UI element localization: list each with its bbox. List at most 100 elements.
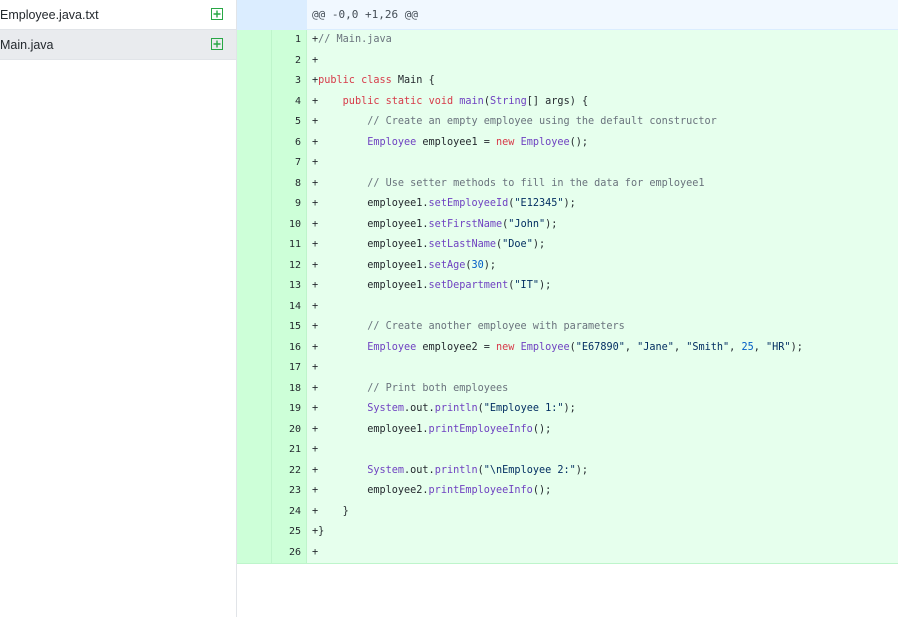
diff-line[interactable]: 16 + Employee employee2 = new Employee("E… [237, 337, 898, 358]
diff-line[interactable]: 12 + employee1.setAge(30); [237, 255, 898, 276]
hunk-header: @@ -0,0 +1,26 @@ [237, 0, 898, 30]
code-text: + employee2.printEmployeeInfo(); [312, 485, 552, 496]
code-text: + } [312, 505, 349, 517]
line-number[interactable]: 15 [272, 317, 307, 338]
code-text: + // Create another employee with parame… [312, 321, 625, 332]
code-text: + // Use setter methods to fill in the d… [312, 177, 705, 189]
old-line-number [237, 378, 272, 399]
plus-square-icon[interactable] [211, 8, 223, 20]
diff-view: @@ -0,0 +1,26 @@ 1 +// Main.java 2 +3 +publi… [237, 0, 898, 564]
line-number[interactable]: 20 [272, 419, 307, 440]
old-line-number [237, 91, 272, 112]
diff-line[interactable]: 1 +// Main.java [237, 30, 898, 51]
diff-line[interactable]: 6 + Employee employee1 = new Employee(); [237, 132, 898, 153]
diff-line[interactable]: 14 + [237, 296, 898, 317]
diff-line[interactable]: 10 + employee1.setFirstName("John"); [237, 214, 898, 235]
old-line-number [237, 194, 272, 215]
file-item-employee-java-txt[interactable]: Employee.java.txt [0, 0, 236, 30]
old-line-number [237, 358, 272, 379]
line-number[interactable]: 9 [272, 194, 307, 215]
line-number[interactable]: 14 [272, 296, 307, 317]
line-number[interactable]: 24 [272, 501, 307, 522]
code-text: + [312, 546, 319, 558]
diff-lines: 1 +// Main.java 2 +3 +public class Main {4 + … [237, 30, 898, 563]
line-number[interactable]: 5 [272, 112, 307, 133]
diff-line[interactable]: 25 +} [237, 522, 898, 543]
code-text: + [312, 362, 319, 373]
line-number[interactable]: 12 [272, 255, 307, 276]
old-line-number [237, 542, 272, 563]
line-number[interactable]: 10 [272, 214, 307, 235]
old-line-number [237, 214, 272, 235]
old-line-number [237, 317, 272, 338]
code-text: + System.out.println("\nEmployee 2:"); [312, 464, 589, 476]
old-line-number [237, 481, 272, 502]
line-number[interactable]: 23 [272, 481, 307, 502]
line-number[interactable]: 17 [272, 358, 307, 379]
diff-line[interactable]: 19 + System.out.println("Employee 1:"); [237, 399, 898, 420]
diff-line[interactable]: 11 + employee1.setLastName("Doe"); [237, 235, 898, 256]
old-line-number [237, 501, 272, 522]
code-text: + employee1.setDepartment("IT"); [312, 280, 552, 291]
old-line-number [237, 173, 272, 194]
diff-line[interactable]: 23 + employee2.printEmployeeInfo(); [237, 481, 898, 502]
code-text: + employee1.setLastName("Doe"); [312, 239, 546, 250]
line-number[interactable]: 1 [272, 30, 307, 51]
diff-line[interactable]: 3 +public class Main { [237, 71, 898, 92]
diff-line[interactable]: 18 + // Print both employees [237, 378, 898, 399]
plus-square-icon[interactable] [211, 38, 223, 50]
code-text: +public class Main { [312, 75, 435, 86]
old-line-number [237, 132, 272, 153]
diff-bottom-border [237, 563, 898, 564]
diff-line[interactable]: 22 + System.out.println("\nEmployee 2:"); [237, 460, 898, 481]
line-number[interactable]: 16 [272, 337, 307, 358]
hunk-header-text: @@ -0,0 +1,26 @@ [312, 8, 418, 21]
diff-line[interactable]: 7 + [237, 153, 898, 174]
code-text: + [312, 300, 319, 312]
diff-line[interactable]: 26 + [237, 542, 898, 563]
diff-line[interactable]: 17 + [237, 358, 898, 379]
line-number[interactable]: 26 [272, 542, 307, 563]
diff-line[interactable]: 9 + employee1.setEmployeeId("E12345"); [237, 194, 898, 215]
code-text: + employee1.setFirstName("John"); [312, 218, 558, 230]
line-number[interactable]: 13 [272, 276, 307, 297]
code-text: + employee1.setEmployeeId("E12345"); [312, 198, 576, 209]
code-text: + employee1.setAge(30); [312, 259, 497, 271]
line-number[interactable]: 2 [272, 50, 307, 71]
code-text: + Employee employee1 = new Employee(); [312, 136, 589, 148]
diff-line[interactable]: 8 + // Use setter methods to fill in the … [237, 173, 898, 194]
code-text: + public static void main(String[] args)… [312, 95, 589, 107]
code-text: + [312, 444, 319, 455]
code-text: + [312, 54, 319, 66]
line-number[interactable]: 21 [272, 440, 307, 461]
old-line-number [237, 440, 272, 461]
diff-line[interactable]: 20 + employee1.printEmployeeInfo(); [237, 419, 898, 440]
diff-line[interactable]: 15 + // Create another employee with para… [237, 317, 898, 338]
diff-line[interactable]: 5 + // Create an empty employee using the… [237, 112, 898, 133]
old-line-number [237, 419, 272, 440]
line-number[interactable]: 7 [272, 153, 307, 174]
diff-line[interactable]: 13 + employee1.setDepartment("IT"); [237, 276, 898, 297]
old-line-number [237, 71, 272, 92]
old-line-number [237, 460, 272, 481]
diff-line[interactable]: 4 + public static void main(String[] args… [237, 91, 898, 112]
diff-line[interactable]: 24 + } [237, 501, 898, 522]
code-text: + // Create an empty employee using the … [312, 116, 717, 127]
line-number[interactable]: 22 [272, 460, 307, 481]
line-number[interactable]: 3 [272, 71, 307, 92]
file-name: Employee.java.txt [0, 8, 99, 22]
diff-line[interactable]: 21 + [237, 440, 898, 461]
old-line-number [237, 296, 272, 317]
old-line-number [237, 153, 272, 174]
line-number[interactable]: 11 [272, 235, 307, 256]
line-number[interactable]: 19 [272, 399, 307, 420]
line-number[interactable]: 4 [272, 91, 307, 112]
old-line-number [237, 30, 272, 51]
line-number[interactable]: 25 [272, 522, 307, 543]
file-item-main-java[interactable]: Main.java [0, 30, 236, 60]
line-number[interactable]: 18 [272, 378, 307, 399]
line-number[interactable]: 6 [272, 132, 307, 153]
line-number[interactable]: 8 [272, 173, 307, 194]
diff-line[interactable]: 2 + [237, 50, 898, 71]
code-text: +} [312, 526, 325, 537]
